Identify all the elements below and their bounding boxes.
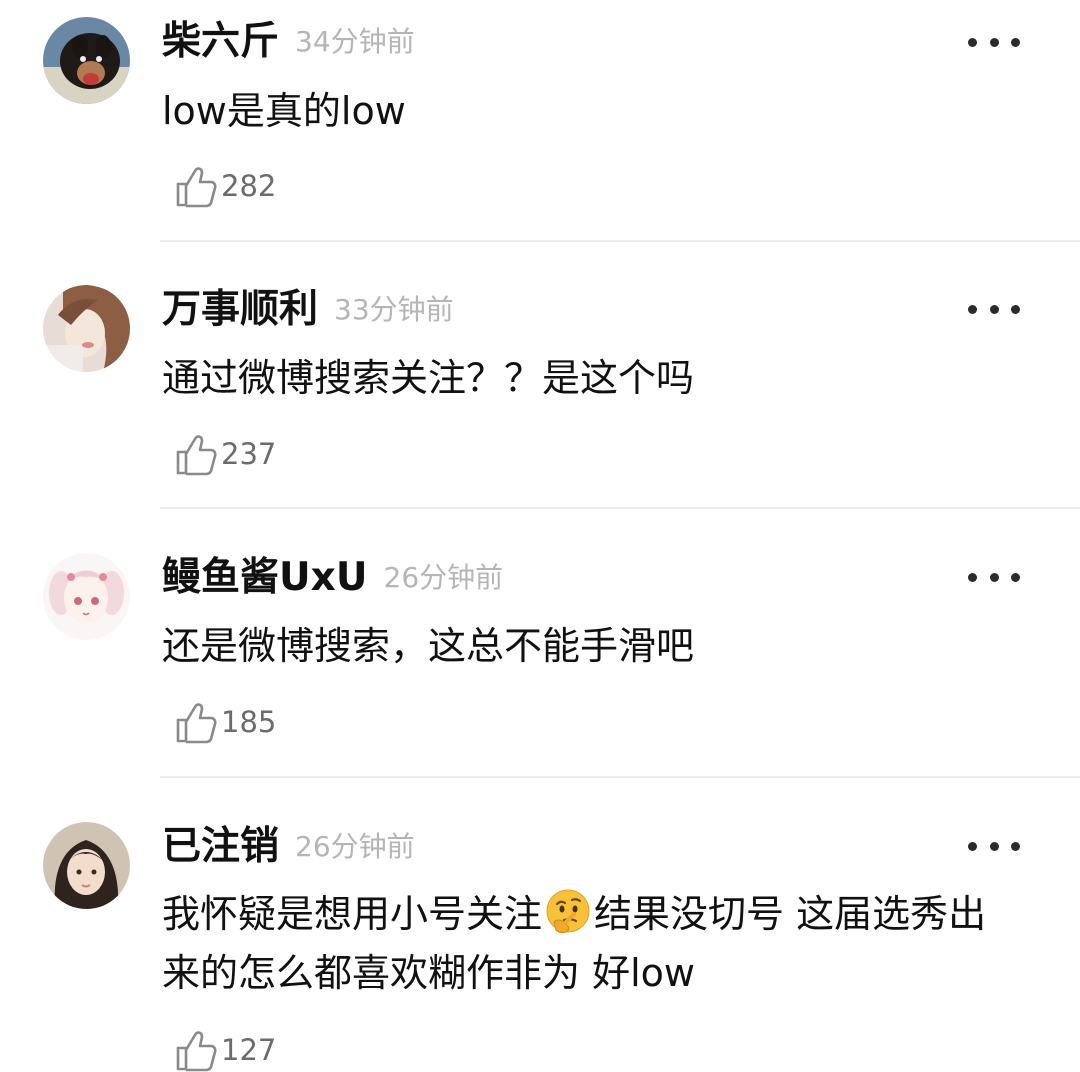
comment-time: 26分钟前 — [383, 561, 504, 594]
dot-icon — [968, 841, 977, 851]
avatar-image-girl-selfie — [43, 822, 130, 909]
thumbs-up-icon — [176, 1031, 217, 1072]
divider — [160, 507, 1080, 509]
avatar[interactable] — [43, 285, 130, 372]
more-options-button[interactable] — [968, 27, 1020, 57]
comment-text: 通过微博搜索关注？？是这个吗 — [162, 356, 695, 400]
username-text[interactable]: 已注销 — [162, 824, 279, 869]
thumbs-up-icon — [176, 703, 217, 744]
username-text[interactable]: 万事顺利 — [162, 287, 318, 332]
dot-icon — [1011, 841, 1020, 851]
dot-icon — [968, 304, 977, 314]
comment-time: 26分钟前 — [295, 830, 415, 863]
more-options-button[interactable] — [968, 831, 1020, 861]
like-button[interactable]: 185 — [175, 700, 276, 744]
more-options-button[interactable] — [968, 562, 1020, 592]
thumbs-up-icon — [176, 435, 217, 476]
avatar[interactable] — [43, 17, 130, 104]
dot-icon — [989, 37, 999, 47]
dot-icon — [968, 572, 977, 582]
like-button[interactable]: 282 — [175, 164, 276, 208]
like-button[interactable]: 127 — [175, 1028, 276, 1072]
username[interactable]: 万事顺利 33分钟前 — [162, 285, 454, 335]
comment-time: 33分钟前 — [334, 293, 454, 326]
like-count: 282 — [221, 169, 277, 203]
like-count: 237 — [221, 437, 277, 471]
avatar-image-dog — [43, 17, 130, 104]
avatar[interactable] — [43, 822, 130, 909]
like-button[interactable]: 237 — [175, 432, 276, 476]
dot-icon — [1011, 572, 1020, 582]
dot-icon — [1011, 304, 1020, 314]
avatar[interactable] — [43, 553, 130, 640]
comment-text: low是真的low — [162, 89, 406, 133]
username[interactable]: 已注销 26分钟前 — [162, 822, 415, 872]
avatar-image-anime-girl — [43, 553, 130, 640]
username-text[interactable]: 柴六斤 — [162, 19, 279, 64]
more-options-button[interactable] — [968, 294, 1020, 324]
comment-text-part: 我怀疑是想用小号关注 — [162, 892, 543, 936]
username-text[interactable]: 鳗鱼酱UxU — [162, 555, 368, 600]
username[interactable]: 柴六斤 34分钟前 — [162, 17, 415, 67]
dot-icon — [1011, 37, 1020, 47]
dot-icon — [989, 572, 999, 582]
thumbs-up-icon — [176, 167, 217, 208]
divider — [160, 776, 1080, 778]
thinking-face-icon — [546, 889, 590, 934]
divider — [160, 240, 1080, 242]
like-count: 185 — [221, 705, 277, 739]
dot-icon — [968, 37, 977, 47]
dot-icon — [989, 841, 999, 851]
comment-text: 我怀疑是想用小号关注 结果没切号 这届选秀出来的怎么都喜欢糊作非为 好low — [162, 885, 1022, 1003]
dot-icon — [989, 304, 999, 314]
username[interactable]: 鳗鱼酱UxU 26分钟前 — [162, 553, 503, 603]
comment-text: 还是微博搜索，这总不能手滑吧 — [162, 624, 695, 668]
like-count: 127 — [221, 1033, 277, 1067]
avatar-image-girl — [43, 285, 130, 372]
comment-time: 34分钟前 — [295, 25, 415, 58]
